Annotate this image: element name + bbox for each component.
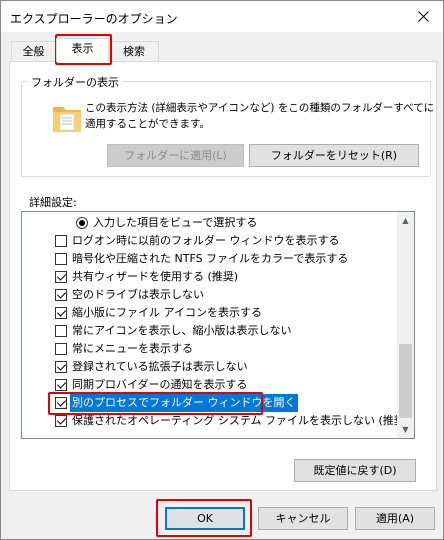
list-item-label: 常にメニューを表示する [72,342,193,355]
restore-defaults-button[interactable]: 既定値に戻す(D) [294,459,416,482]
list-item-label: 入力した項目をビューで選択する [93,216,258,229]
tab-view[interactable]: 表示 [56,38,109,62]
title-bar: エクスプローラーのオプション [1,1,443,32]
tab-general[interactable]: 全般 [11,41,56,62]
list-item[interactable]: 同期プロバイダーの通知を表示する [22,376,398,394]
list-item-label: ログオン時に以前のフォルダー ウィンドウを表示する [72,234,340,247]
close-icon [417,11,429,22]
list-item[interactable]: 空のドライブは表示しない [22,286,398,304]
list-item[interactable]: 常にアイコンを表示し、縮小版は表示しない [22,322,398,340]
checkbox[interactable] [55,325,67,337]
list-item-label: 暗号化や圧縮された NTFS ファイルをカラーで表示する [72,252,349,265]
list-item-label: 登録されている拡張子は表示しない [72,360,248,373]
list-item-label: 保護されたオペレーティング システム ファイルを表示しない (推奨) [72,414,410,427]
folder-view-group-label: フォルダーの表示 [28,74,122,90]
checkbox[interactable] [55,361,67,373]
list-item[interactable]: 縮小版にファイル アイコンを表示する [22,304,398,322]
cancel-button[interactable]: キャンセル [258,507,348,530]
explorer-options-dialog: エクスプローラーのオプション 全般 表示 検索 フォルダーの表示 この表示方法 … [0,0,444,540]
tab-view-label: 表示 [71,42,94,55]
ok-button[interactable]: OK [165,507,245,530]
folder-icon [53,107,81,132]
folder-view-description-line1: この表示方法 (詳細表示やアイコンなど) をこの種類のフォルダーすべてに [85,102,435,114]
checkbox[interactable] [55,307,67,319]
list-item-selected[interactable]: 別のプロセスでフォルダー ウィンドウを開く [22,394,398,412]
list-item[interactable]: 保護されたオペレーティング システム ファイルを表示しない (推奨) [22,412,409,430]
scroll-down-arrow-icon[interactable]: ▼ [397,421,414,438]
advanced-settings-list[interactable]: 入力した項目をビューで選択する ログオン時に以前のフォルダー ウィンドウを表示す… [21,211,415,439]
scrollbar-thumb[interactable] [399,344,412,418]
tab-general-label: 全般 [22,45,45,58]
list-item[interactable]: 共有ウィザードを使用する (推奨) [22,268,398,286]
list-item[interactable]: 暗号化や圧縮された NTFS ファイルをカラーで表示する [22,250,398,268]
list-item[interactable]: 入力した項目をビューで選択する [22,214,398,232]
window-title: エクスプローラーのオプション [10,12,178,26]
close-button[interactable] [403,1,443,32]
apply-to-folders-button[interactable]: フォルダーに適用(L) [107,144,244,167]
apply-button[interactable]: 適用(A) [355,507,435,530]
list-item-label: 同期プロバイダーの通知を表示する [72,378,248,391]
checkbox[interactable] [55,415,67,427]
list-item-label: 別のプロセスでフォルダー ウィンドウを開く [70,394,298,412]
list-item-label: 縮小版にファイル アイコンを表示する [72,306,262,319]
list-item[interactable]: 常にメニューを表示する [22,340,398,358]
tab-search[interactable]: 検索 [109,41,159,62]
tab-search-label: 検索 [123,45,145,58]
folder-view-description: この表示方法 (詳細表示やアイコンなど) をこの種類のフォルダーすべてに 適用す… [85,100,435,132]
checkbox[interactable] [55,271,67,283]
checkbox[interactable] [55,397,67,409]
list-item[interactable]: ログオン時に以前のフォルダー ウィンドウを表示する [22,232,398,250]
scroll-up-arrow-icon[interactable]: ▲ [397,212,414,229]
checkbox[interactable] [55,235,67,247]
advanced-settings-label: 詳細設定: [29,196,77,209]
list-item-label: 常にアイコンを表示し、縮小版は表示しない [72,324,292,337]
list-item[interactable]: 登録されている拡張子は表示しない [22,358,398,376]
checkbox[interactable] [55,253,67,265]
checkbox[interactable] [55,289,67,301]
list-item-label: 空のドライブは表示しない [72,288,204,301]
list-item-label: 共有ウィザードを使用する (推奨) [72,270,239,283]
checkbox[interactable] [55,343,67,355]
folder-view-description-line2: 適用することができます。 [85,118,210,130]
reset-folders-button[interactable]: フォルダーをリセット(R) [249,144,419,167]
radio-button[interactable] [76,217,88,229]
checkbox[interactable] [55,379,67,391]
vertical-scrollbar[interactable]: ▲ ▼ [397,212,414,438]
